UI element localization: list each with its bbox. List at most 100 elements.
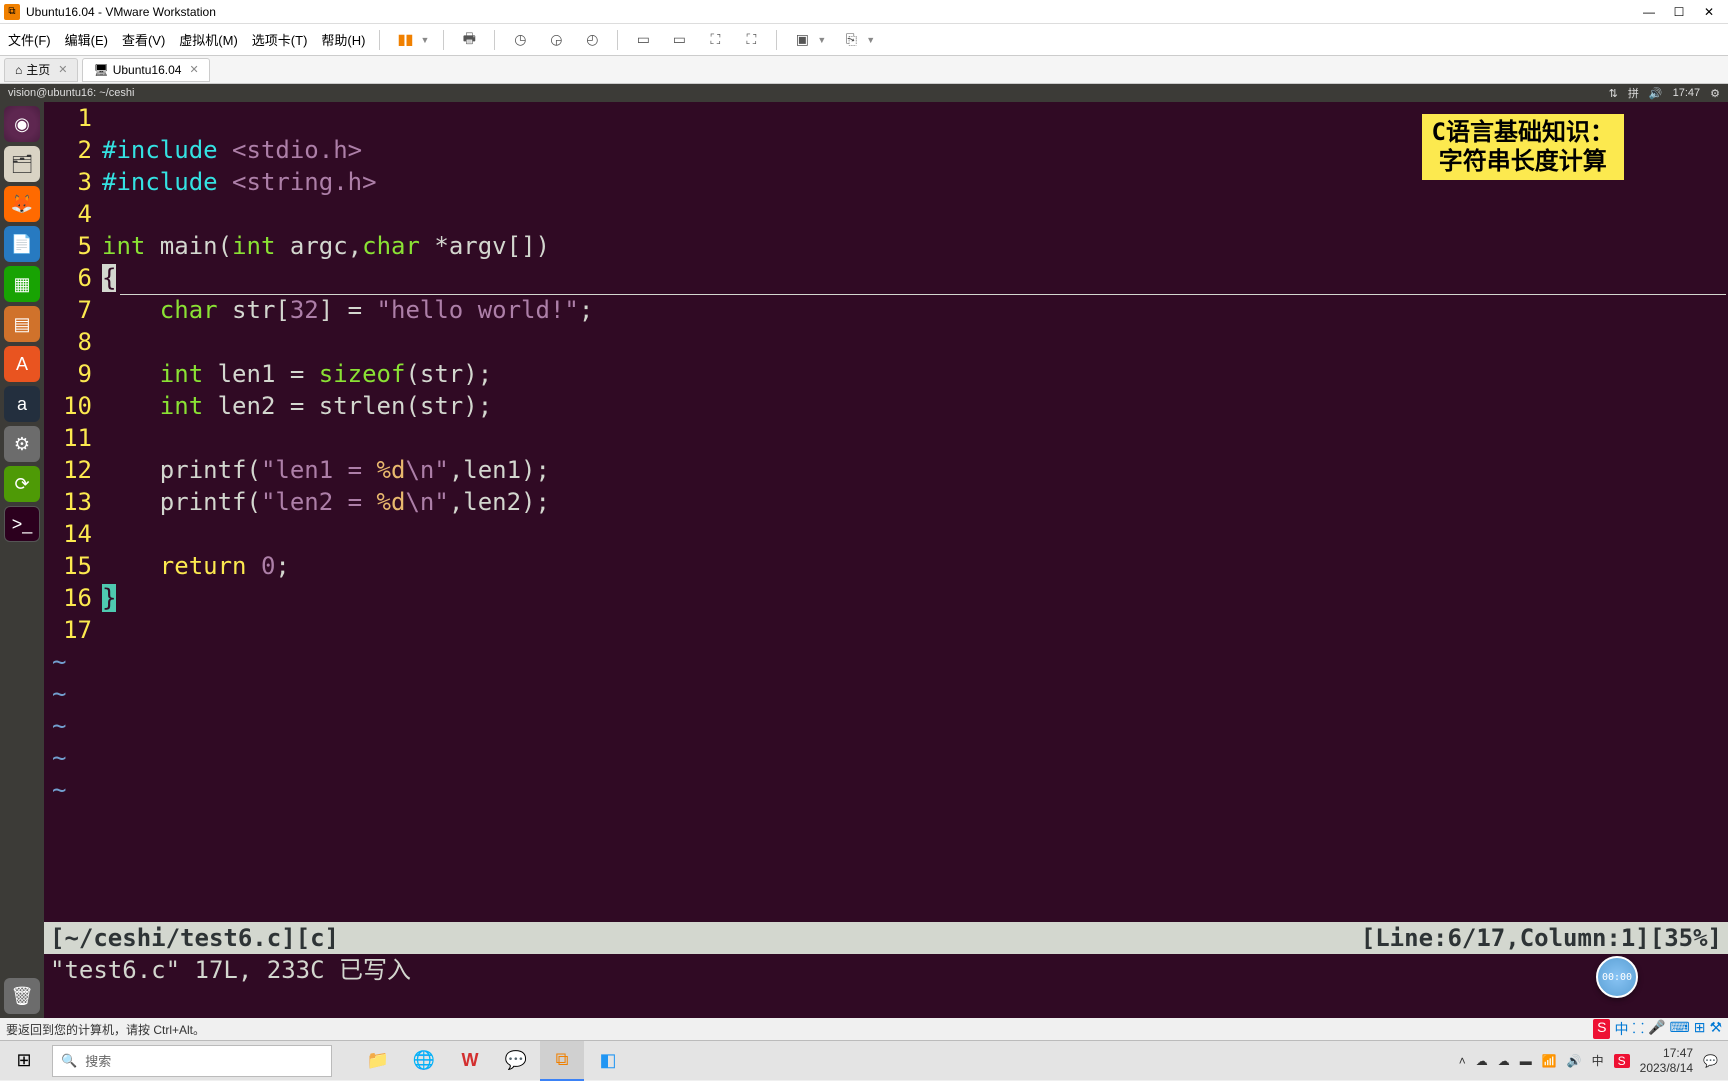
close-button[interactable]: ✕ [1694,2,1724,22]
minimize-button[interactable]: — [1634,2,1664,22]
vim-cmdline[interactable]: "test6.c" 17L, 233C 已写入 [44,954,1728,1018]
lang-icon[interactable]: 拼 [1628,85,1639,101]
tray-onedrive-icon[interactable]: ☁ [1476,1054,1488,1068]
launcher-settings[interactable]: ⚙ [4,426,40,462]
vim-editor[interactable]: C语言基础知识： 字符串长度计算 1 2#include <stdio.h> 3… [44,102,1728,1018]
dropdown-icon[interactable]: ▼ [817,35,826,45]
launcher-trash[interactable]: 🗑 [4,978,40,1014]
tray-volume-icon[interactable]: 🔊 [1567,1054,1582,1068]
vim-buffer[interactable]: 1 2#include <stdio.h> 3#include <string.… [44,102,1728,806]
menu-help[interactable]: 帮助(H) [321,30,365,49]
clock[interactable]: 17:47 2023/8/14 [1640,1046,1693,1075]
menu-tabs[interactable]: 选项卡(T) [252,30,308,49]
dropdown-icon[interactable]: ▼ [866,35,875,45]
code-line[interactable] [102,614,1728,646]
launcher-terminal[interactable]: >_ [4,506,40,542]
ubuntu-time[interactable]: 17:47 [1673,87,1701,99]
code-line[interactable] [102,198,1728,230]
line-number: 16 [44,582,102,614]
tray-app-icon[interactable]: ☁ [1498,1054,1510,1068]
ime-indicator-tray[interactable]: S [1614,1054,1630,1068]
code-line[interactable]: int len1 = sizeof(str); [102,358,1728,390]
grid-icon[interactable]: ⊞ [1694,1019,1706,1039]
vim-tilde: ~ [44,710,1728,742]
search-placeholder: 搜索 [85,1051,111,1070]
status-icon[interactable]: ⸬ [1632,1019,1644,1039]
view-icon-4[interactable]: ⛶ [740,29,762,51]
tab-home[interactable]: ⌂ 主页 ✕ [4,58,78,82]
taskbar-wechat[interactable]: 💬 [494,1041,538,1081]
taskbar-edge[interactable]: 🌐 [402,1041,446,1081]
line-number: 5 [44,230,102,262]
notifications-icon[interactable]: 💬 [1703,1054,1718,1068]
code-line[interactable]: { [102,262,1728,294]
timer-value: 00:00 [1602,972,1632,983]
view-icon-6[interactable]: ⎘ [840,29,862,51]
menu-view[interactable]: 查看(V) [122,30,165,49]
launcher-impress[interactable]: ▤ [4,306,40,342]
dropdown-icon[interactable]: ▼ [420,35,429,45]
tab-vm[interactable]: 🖥 Ubuntu16.04 ✕ [82,58,209,82]
vmware-title: Ubuntu16.04 - VMware Workstation [26,5,216,19]
ubuntu-launcher: ◉ 🗂 🦊 📄 ▦ ▤ A a ⚙ ⟳ >_ 🗑 [0,102,44,1018]
vim-tilde: ~ [44,646,1728,678]
launcher-update[interactable]: ⟳ [4,466,40,502]
taskbar-explorer[interactable]: 📁 [356,1041,400,1081]
system-tray: ˄ ☁ ☁ ▬ 📶 🔊 中 S 17:47 2023/8/14 💬 [1449,1046,1728,1075]
code-line[interactable]: int len2 = strlen(str); [102,390,1728,422]
code-line[interactable]: #include <stdio.h> [102,134,1728,166]
taskbar-wps[interactable]: W [448,1041,492,1081]
tray-chevron-icon[interactable]: ˄ [1459,1054,1466,1068]
ime-lang[interactable]: 中 [1614,1019,1628,1039]
start-button[interactable]: ⊞ [0,1041,48,1081]
menu-edit[interactable]: 编辑(E) [65,30,108,49]
view-icon-1[interactable]: ▭ [632,29,654,51]
tb-icon-3[interactable]: ◴ [581,29,603,51]
tray-battery-icon[interactable]: ▬ [1520,1054,1532,1068]
search-box[interactable]: 🔍 搜索 [52,1045,332,1077]
tray-wifi-icon[interactable]: 📶 [1542,1054,1557,1068]
maximize-button[interactable]: ☐ [1664,2,1694,22]
launcher-files[interactable]: 🗂 [4,146,40,182]
home-icon: ⌂ [15,63,22,77]
gear-icon[interactable]: ⚙ [1710,87,1720,100]
tray-ime[interactable]: 中 [1592,1052,1604,1069]
ime-indicator[interactable]: S [1593,1019,1610,1039]
launcher-software[interactable]: A [4,346,40,382]
launcher-firefox[interactable]: 🦊 [4,186,40,222]
view-icon-3[interactable]: ⛶ [704,29,726,51]
volume-icon[interactable]: 🔊 [1649,87,1663,100]
code-line[interactable] [102,422,1728,454]
code-line[interactable]: printf("len1 = %d\n",len1); [102,454,1728,486]
view-icon-2[interactable]: ▭ [668,29,690,51]
taskbar-vmware[interactable]: ⧉ [540,1041,584,1081]
menu-file[interactable]: 文件(F) [8,30,51,49]
tb-icon-1[interactable]: ◷ [509,29,531,51]
vim-status-message: "test6.c" 17L, 233C 已写入 [50,956,411,984]
code-line[interactable] [102,326,1728,358]
close-icon[interactable]: ✕ [189,63,198,76]
code-line[interactable]: #include <string.h> [102,166,1728,198]
code-line[interactable]: printf("len2 = %d\n",len2); [102,486,1728,518]
taskbar-app[interactable]: ◧ [586,1041,630,1081]
launcher-writer[interactable]: 📄 [4,226,40,262]
code-line[interactable] [102,518,1728,550]
mic-icon[interactable]: 🎤 [1648,1019,1665,1039]
code-line[interactable]: return 0; [102,550,1728,582]
launcher-calc[interactable]: ▦ [4,266,40,302]
settings-icon[interactable]: ⚒ [1709,1019,1722,1039]
snapshot-icon[interactable]: 🖶 [458,29,480,51]
menu-vm[interactable]: 虚拟机(M) [179,30,238,49]
network-icon[interactable]: ⇅ [1609,87,1618,100]
code-line[interactable] [102,102,1728,134]
tb-icon-2[interactable]: ◶ [545,29,567,51]
code-line[interactable]: char str[32] = "hello world!"; [102,294,1728,326]
keyboard-icon[interactable]: ⌨ [1669,1019,1689,1039]
pause-icon[interactable]: ▮▮ [394,29,416,51]
launcher-amazon[interactable]: a [4,386,40,422]
code-line[interactable]: int main(int argc,char *argv[]) [102,230,1728,262]
code-line[interactable]: } [102,582,1728,614]
close-icon[interactable]: ✕ [58,63,67,76]
launcher-dash[interactable]: ◉ [4,106,40,142]
view-icon-5[interactable]: ▣ [791,29,813,51]
